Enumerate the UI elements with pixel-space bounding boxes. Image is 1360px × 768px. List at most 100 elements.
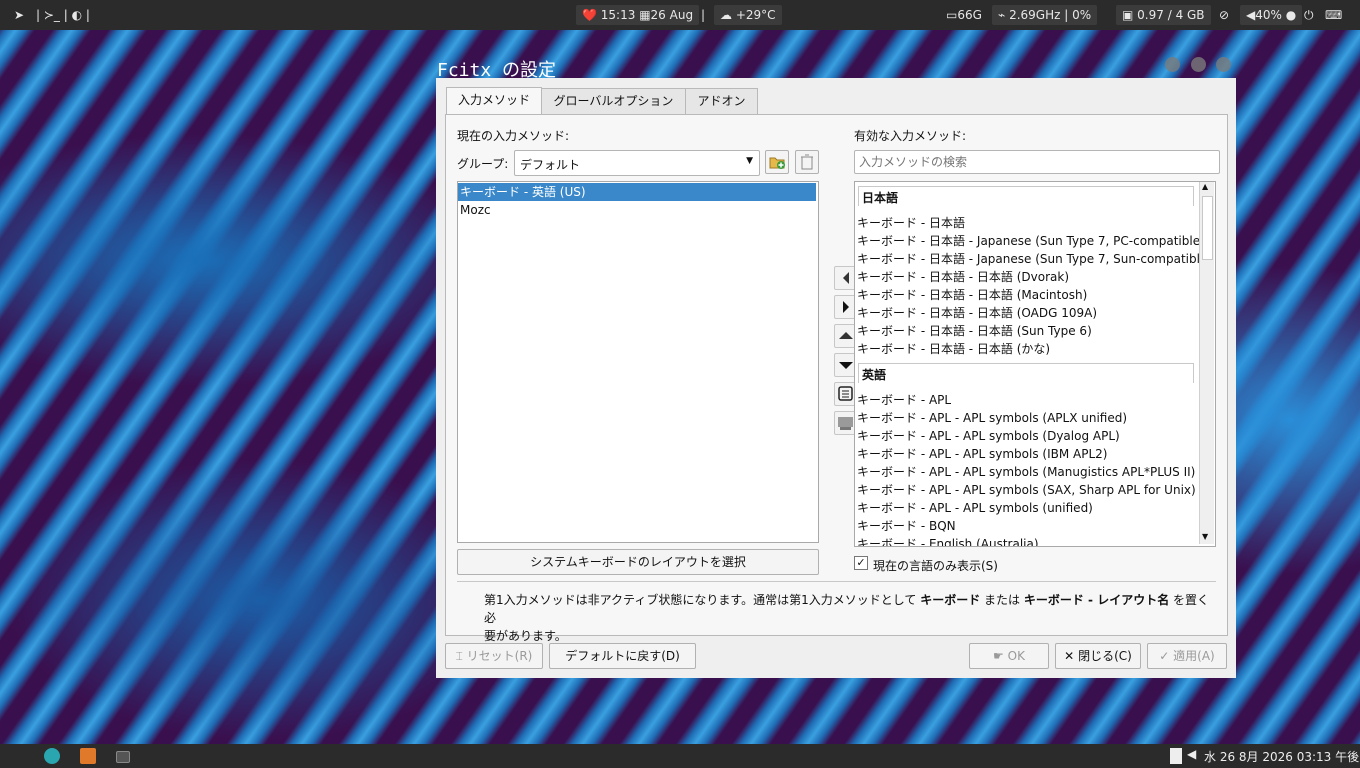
group-select-value: デフォルト [520,158,581,172]
scroll-up-icon[interactable]: ▲ [1202,182,1208,191]
list-item[interactable]: キーボード - 日本語 - 日本語 (OADG 109A) [857,304,1097,322]
only-current-lang-label[interactable]: 現在の言語のみ表示(S) [873,557,998,574]
volume-widget[interactable]: ◀40% ● [1240,5,1303,25]
taskbar-clock[interactable]: 水 26 8月 2026 03:13 午後 [1204,748,1359,765]
microphone-icon: ● [1285,8,1297,22]
info-text-part: または [980,593,1024,607]
list-item[interactable]: キーボード - APL - APL symbols (Dyalog APL) [857,427,1120,445]
list-item[interactable]: Mozc [460,201,491,219]
list-item[interactable]: キーボード - 日本語 - 日本語 (Sun Type 6) [857,322,1092,340]
list-item[interactable]: キーボード - APL - APL symbols (APLX unified) [857,409,1127,427]
select-keyboard-layout-button[interactable]: システムキーボードのレイアウトを選択 [457,549,819,575]
list-item[interactable]: キーボード - 英語 (US) [458,183,816,201]
available-method-list[interactable]: 日本語 キーボード - 日本語 キーボード - 日本語 - Japanese (… [854,181,1216,547]
memory-value: 0.97 / 4 GB [1137,8,1205,22]
info-text-bold: キーボード [920,593,981,607]
fcitx-app-icon[interactable] [80,748,96,764]
tab-addons[interactable]: アドオン [685,88,758,114]
scroll-down-icon[interactable]: ▼ [1202,532,1208,541]
list-item-label: キーボード - 英語 (US) [460,185,586,199]
cpu-widget[interactable]: ⌁ 2.69GHz | 0% [992,5,1098,25]
tab-label: アドオン [697,94,746,108]
cpu-value: 2.69GHz | 0% [1009,8,1092,22]
weather-widget[interactable]: ☁ +29°C [714,5,782,25]
button-label: 適用(A) [1173,649,1215,663]
launcher-icon[interactable]: ➤ [14,5,24,25]
scrollbar-thumb[interactable] [1202,196,1213,260]
broom-icon: ⌶ [455,649,463,663]
ok-button[interactable]: ☛ OK [969,643,1049,669]
tab-global-options[interactable]: グローバルオプション [541,88,686,114]
list-item[interactable]: キーボード - APL - APL symbols (unified) [857,499,1093,517]
list-item[interactable]: キーボード - APL - APL symbols (Manugistics A… [857,463,1195,481]
list-item[interactable]: キーボード - APL - APL symbols (SAX, Sharp AP… [857,481,1196,499]
list-item[interactable]: キーボード - 日本語 - Japanese (Sun Type 7, Sun-… [857,250,1212,268]
list-item[interactable]: キーボード - BQN [857,517,956,535]
minimize-button[interactable] [1165,57,1180,72]
disk-value: 66G [957,8,982,22]
power-icon[interactable]: ⏻ [1304,5,1314,25]
heart-icon: ❤️ [582,8,597,22]
current-methods-label: 現在の入力メソッド: [457,129,570,143]
tab-label: 入力メソッド [457,93,530,107]
list-scrollbar[interactable]: ▲ ▼ [1199,182,1214,544]
list-item[interactable]: キーボード - APL [857,391,951,409]
check-icon: ✓ [1159,649,1170,663]
refresh-app-icon[interactable] [44,748,60,764]
taskbar: ◀ 水 26 8月 2026 03:13 午後 [0,744,1360,768]
check-icon: ✓ [856,556,866,569]
maximize-button[interactable] [1191,57,1206,72]
info-text-bold: キーボード - レイアウト名 [1023,593,1170,607]
clock-date: 26 Aug [650,8,694,22]
delete-group-button[interactable] [795,150,819,174]
reset-button[interactable]: ⌶ リセット(R) [445,643,543,669]
disk-icon: ▭ [946,8,958,22]
clock-time: 15:13 [600,8,636,22]
close-window-button[interactable] [1216,57,1231,72]
restore-default-button[interactable]: デフォルトに戻す(D) [549,643,696,669]
battery-icon[interactable] [1170,748,1182,764]
tab-panel: 現在の入力メソッド: グループ: デフォルト ▼ キーボード - 英語 (US)… [445,114,1228,643]
list-item[interactable]: キーボード - 日本語 - 日本語 (Macintosh) [857,286,1087,304]
list-item[interactable]: キーボード - 日本語 [857,214,965,232]
close-icon: ✕ [1064,649,1075,663]
current-method-list[interactable]: キーボード - 英語 (US) Mozc [457,181,819,543]
button-label: リセット(R) [466,649,533,663]
cpu-icon: ⌁ [998,8,1006,22]
fcitx-config-window: 入力メソッド グローバルオプション アドオン 現在の入力メソッド: グループ: … [436,78,1236,678]
list-item[interactable]: キーボード - 日本語 - Japanese (Sun Type 7, PC-c… [857,232,1205,250]
list-item-label: Mozc [460,203,491,217]
clock-widget[interactable]: ❤️ 15:13 ▦26 Aug [576,5,700,25]
group-label: グループ: [457,157,509,171]
button-label: OK [1007,649,1025,663]
list-item[interactable]: キーボード - English (Australia) [857,535,1039,546]
eye-slash-icon[interactable]: ⊘ [1219,5,1229,25]
group-header: 日本語 [858,186,1194,206]
available-methods-label: 有効な入力メソッド: [854,129,967,143]
search-input[interactable] [854,150,1220,174]
info-text-part: 第1入力メソッドは非アクティブ状態になります。通常は第1入力メソッドとして [484,593,921,607]
memory-widget[interactable]: ▣ 0.97 / 4 GB [1116,5,1211,25]
window-app-icon[interactable] [116,751,130,763]
divider [457,581,1216,582]
add-group-button[interactable] [765,150,789,174]
button-label: システムキーボードのレイアウトを選択 [530,555,746,569]
button-label: 閉じる(C) [1078,649,1132,663]
terminal-icon[interactable]: | ≻_ | ◐ | [36,5,90,25]
apply-button[interactable]: ✓ 適用(A) [1147,643,1227,669]
list-item[interactable]: キーボード - 日本語 - 日本語 (かな) [857,340,1050,358]
close-button[interactable]: ✕ 閉じる(C) [1055,643,1141,669]
chevron-down-icon: ▼ [746,156,753,166]
group-select[interactable]: デフォルト ▼ [514,150,760,176]
keyboard-icon[interactable]: ⌨ [1325,5,1342,25]
info-text-part: 要があります。 [484,629,567,643]
thumbs-up-icon: ☛ [993,649,1004,663]
only-current-lang-checkbox[interactable]: ✓ [854,556,868,570]
calendar-icon: ▦ [639,8,651,22]
tab-input-method[interactable]: 入力メソッド [446,87,542,115]
disk-widget[interactable]: ▭66G [946,5,982,25]
list-item[interactable]: キーボード - 日本語 - 日本語 (Dvorak) [857,268,1069,286]
list-item[interactable]: キーボード - APL - APL symbols (IBM APL2) [857,445,1107,463]
speaker-icon[interactable]: ◀ [1187,747,1196,761]
window-titlebar[interactable]: Fcitx の設定 [435,52,1236,81]
